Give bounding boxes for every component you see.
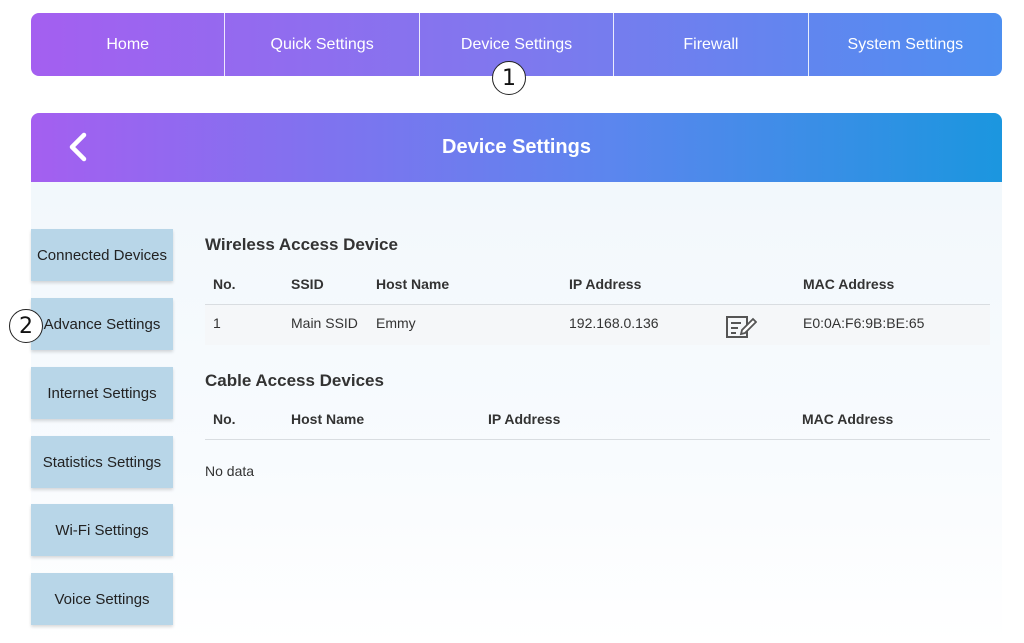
sidebar-item-advance-settings[interactable]: Advance Settings: [31, 298, 173, 350]
wireless-cell-ip-address: 192.168.0.136: [569, 315, 659, 331]
wireless-section-title: Wireless Access Device: [205, 235, 398, 254]
chevron-left-icon: [69, 132, 87, 162]
callout-marker-2: 2: [9, 309, 43, 343]
callout-marker-1: 1: [492, 61, 526, 95]
content-panel: Connected Devices Advance Settings Inter…: [31, 182, 1002, 643]
tab-home[interactable]: Home: [31, 13, 226, 76]
sidebar-item-voice-settings[interactable]: Voice Settings: [31, 573, 173, 625]
sidebar-item-internet-settings[interactable]: Internet Settings: [31, 367, 173, 419]
cable-section-title: Cable Access Devices: [205, 371, 384, 390]
sidebar-item-statistics-settings[interactable]: Statistics Settings: [31, 436, 173, 488]
edit-icon[interactable]: [725, 313, 758, 346]
wireless-cell-ssid: Main SSID: [291, 315, 358, 331]
wireless-cell-mac-address: E0:0A:F6:9B:BE:65: [803, 315, 925, 331]
tab-system-settings[interactable]: System Settings: [809, 13, 1002, 76]
wireless-header-ip-address: IP Address: [569, 276, 642, 292]
tab-quick-settings[interactable]: Quick Settings: [225, 13, 420, 76]
cable-header-host-name: Host Name: [291, 411, 365, 427]
cable-header-no: No.: [213, 411, 236, 427]
cable-header-ip-address: IP Address: [488, 411, 561, 427]
cable-empty-message: No data: [205, 463, 255, 479]
back-button[interactable]: [61, 130, 95, 164]
tab-firewall[interactable]: Firewall: [614, 13, 809, 76]
page-header: Device Settings: [31, 113, 1002, 182]
wireless-header-ssid: SSID: [291, 276, 324, 292]
wireless-header-host-name: Host Name: [376, 276, 450, 292]
page-title: Device Settings: [442, 136, 591, 158]
wireless-header-no: No.: [213, 276, 236, 292]
sidebar-item-connected-devices[interactable]: Connected Devices: [31, 229, 173, 281]
sidebar-item-wifi-settings[interactable]: Wi-Fi Settings: [31, 504, 173, 556]
wireless-cell-host-name: Emmy: [376, 315, 416, 331]
wireless-header-mac-address: MAC Address: [803, 276, 895, 292]
wireless-cell-no: 1: [213, 315, 221, 331]
cable-header-mac-address: MAC Address: [802, 411, 894, 427]
cable-header-divider: [205, 439, 990, 440]
